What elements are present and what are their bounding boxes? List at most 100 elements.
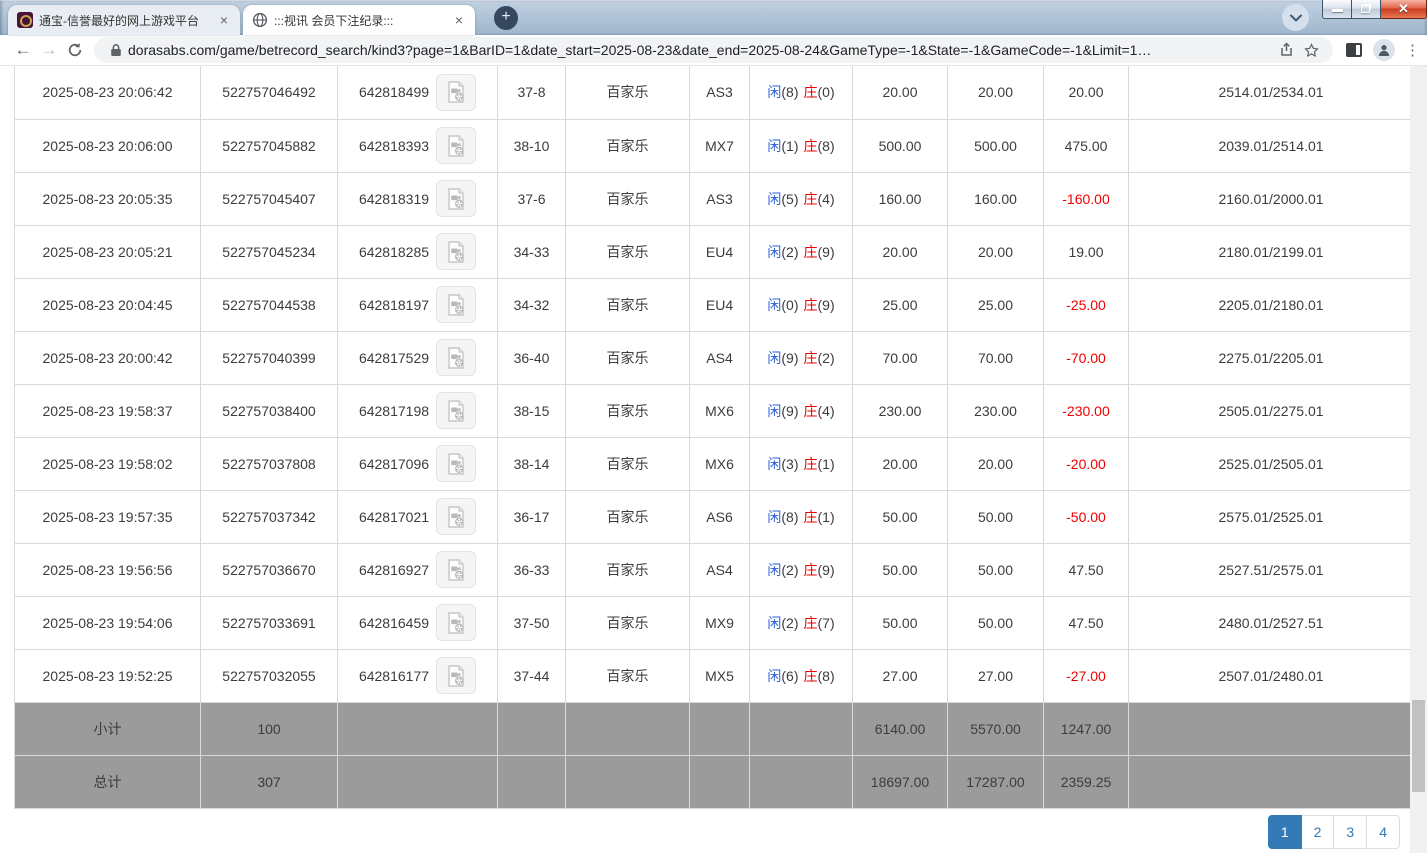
page-button-3[interactable]: 3 [1333, 815, 1367, 849]
result-cell: 闲(9)庄(2) [750, 331, 853, 384]
table-code-cell: MX7 [690, 119, 750, 172]
subtotal-valid: 5570.00 [948, 702, 1044, 755]
total-row: 总计 307 18697.00 17287.00 2359.25 [15, 755, 1414, 808]
bet-amount-cell: 50.00 [853, 490, 948, 543]
video-replay-button[interactable] [436, 233, 476, 270]
game-name-cell: 百家乐 [566, 596, 690, 649]
bet-time-cell: 2025-08-23 20:06:00 [15, 119, 201, 172]
round-id: 642818197 [359, 297, 429, 313]
bet-amount-cell: 25.00 [853, 278, 948, 331]
video-file-icon [444, 611, 468, 635]
video-replay-button[interactable] [436, 74, 476, 111]
maximize-button[interactable] [1352, 0, 1381, 19]
close-button[interactable]: ✕ [1381, 0, 1427, 19]
result-cell: 闲(2)庄(9) [750, 225, 853, 278]
table-round-cell: 38-15 [498, 384, 566, 437]
banker-label: 庄 [804, 138, 818, 154]
game-name-cell: 百家乐 [566, 119, 690, 172]
scrollbar-thumb[interactable] [1412, 700, 1425, 792]
round-id: 642818499 [359, 84, 429, 100]
round-id-cell: 642818319 [338, 172, 498, 225]
table-round-cell: 34-32 [498, 278, 566, 331]
result-cell: 闲(0)庄(9) [750, 278, 853, 331]
video-replay-button[interactable] [436, 498, 476, 535]
page-button-1[interactable]: 1 [1268, 815, 1302, 849]
total-label: 总计 [15, 755, 201, 808]
banker-count: (8) [818, 138, 835, 154]
url-text[interactable]: dorasabs.com/game/betrecord_search/kind3… [128, 42, 1275, 58]
browser-tab-2-active[interactable]: :::视讯 会员下注纪录::: × [243, 5, 475, 35]
side-panel-icon[interactable] [1345, 41, 1363, 59]
reload-button[interactable] [62, 37, 88, 63]
banker-count: (1) [818, 509, 835, 525]
player-count: (0) [781, 297, 798, 313]
valid-amount-cell: 20.00 [948, 66, 1044, 119]
video-replay-button[interactable] [436, 127, 476, 164]
minimize-button[interactable] [1322, 0, 1352, 19]
bet-amount-cell: 20.00 [853, 437, 948, 490]
bet-amount-cell: 27.00 [853, 649, 948, 702]
page-button-4[interactable]: 4 [1366, 815, 1400, 849]
vertical-scrollbar[interactable] [1410, 66, 1427, 853]
tab-close-icon[interactable]: × [452, 13, 466, 27]
pagination: 1 2 3 4 [1268, 815, 1400, 849]
video-replay-button[interactable] [436, 286, 476, 323]
tab-title: :::视讯 会员下注纪录::: [274, 12, 446, 29]
bet-id-cell: 522757046492 [201, 66, 338, 119]
forward-button[interactable]: → [36, 37, 62, 63]
tab-close-icon[interactable]: × [217, 13, 231, 27]
lock-icon[interactable] [104, 38, 128, 62]
table-code-cell: AS4 [690, 331, 750, 384]
table-round-cell: 37-44 [498, 649, 566, 702]
balance-cell: 2160.01/2000.01 [1129, 172, 1414, 225]
table-row: 2025-08-23 19:56:56 522757036670 6428169… [15, 543, 1414, 596]
tab-search-button[interactable] [1282, 4, 1309, 31]
banker-count: (0) [818, 84, 835, 100]
round-id: 642816927 [359, 562, 429, 578]
winloss-cell: 47.50 [1044, 596, 1129, 649]
table-round-cell: 36-40 [498, 331, 566, 384]
total-bet: 18697.00 [853, 755, 948, 808]
bookmark-star-icon[interactable] [1299, 38, 1323, 62]
video-replay-button[interactable] [436, 551, 476, 588]
subtotal-count: 100 [201, 702, 338, 755]
result-cell: 闲(8)庄(0) [750, 66, 853, 119]
bet-time-cell: 2025-08-23 20:06:42 [15, 66, 201, 119]
video-replay-button[interactable] [436, 339, 476, 376]
table-code-cell: AS6 [690, 490, 750, 543]
table-row: 2025-08-23 20:06:00 522757045882 6428183… [15, 119, 1414, 172]
back-button[interactable]: ← [10, 37, 36, 63]
video-replay-button[interactable] [436, 604, 476, 641]
tab-strip: 通宝-信誉最好的网上游戏平台 × :::视讯 会员下注纪录::: × + ✕ [0, 0, 1427, 35]
video-file-icon [444, 505, 468, 529]
balance-cell: 2180.01/2199.01 [1129, 225, 1414, 278]
banker-count: (8) [818, 668, 835, 684]
video-replay-button[interactable] [436, 392, 476, 429]
share-icon[interactable] [1275, 38, 1299, 62]
result-cell: 闲(2)庄(7) [750, 596, 853, 649]
video-file-icon [444, 187, 468, 211]
table-code-cell: MX5 [690, 649, 750, 702]
bet-id-cell: 522757044538 [201, 278, 338, 331]
profile-avatar-icon[interactable] [1373, 39, 1395, 61]
page-button-2[interactable]: 2 [1301, 815, 1335, 849]
round-id: 642816177 [359, 668, 429, 684]
kebab-menu-icon[interactable]: ⋮ [1405, 48, 1419, 53]
valid-amount-cell: 25.00 [948, 278, 1044, 331]
video-file-icon [444, 346, 468, 370]
bet-amount-cell: 230.00 [853, 384, 948, 437]
globe-icon [252, 12, 268, 28]
address-bar[interactable]: dorasabs.com/game/betrecord_search/kind3… [94, 37, 1333, 63]
subtotal-row: 小计 100 6140.00 5570.00 1247.00 [15, 702, 1414, 755]
video-replay-button[interactable] [436, 180, 476, 217]
bet-time-cell: 2025-08-23 19:54:06 [15, 596, 201, 649]
player-count: (3) [781, 456, 798, 472]
table-row: 2025-08-23 19:54:06 522757033691 6428164… [15, 596, 1414, 649]
table-code-cell: EU4 [690, 278, 750, 331]
browser-tab-1[interactable]: 通宝-信誉最好的网上游戏平台 × [8, 5, 240, 35]
video-replay-button[interactable] [436, 657, 476, 694]
new-tab-button[interactable]: + [494, 6, 518, 30]
restore-icon [1361, 5, 1370, 13]
video-replay-button[interactable] [436, 445, 476, 482]
bet-table-body: 2025-08-23 20:06:42 522757046492 6428184… [15, 66, 1414, 702]
